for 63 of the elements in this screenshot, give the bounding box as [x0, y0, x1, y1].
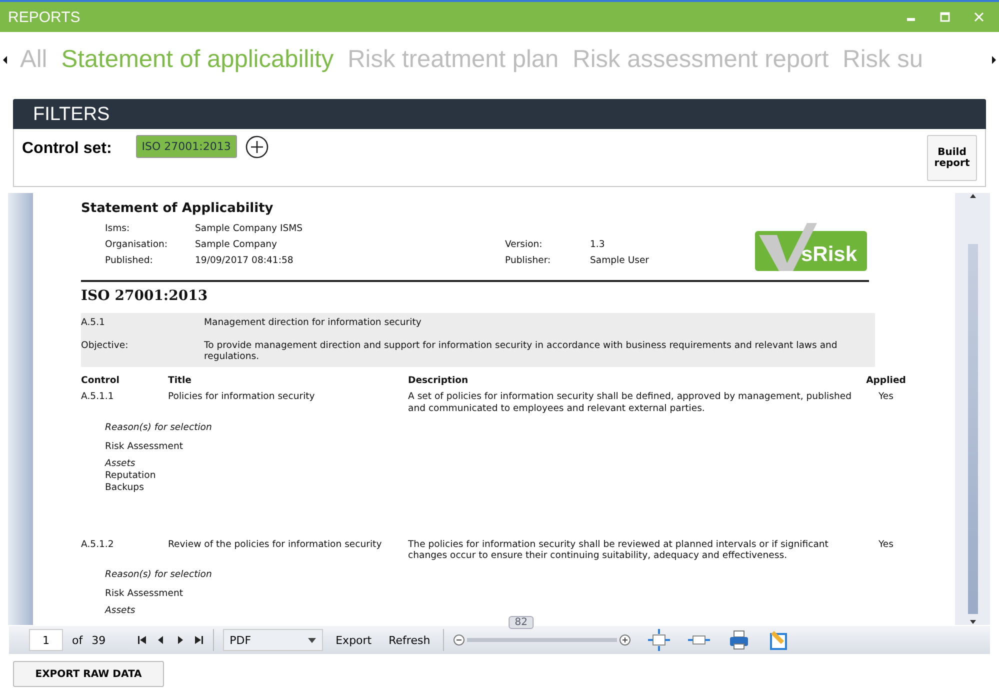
- control-description: A set of policies for information security shall be defined, approved by management, published and communicated to employees and relevant external parties.: [408, 391, 852, 414]
- meta-value: Sample User: [590, 254, 650, 266]
- scroll-up-icon[interactable]: [968, 193, 976, 199]
- column-header: Control: [81, 375, 120, 386]
- format-dropdown[interactable]: PDF: [222, 629, 323, 651]
- control-description: The policies for information security shall be reviewed at planned intervals or if significant changes occur to ensure their continuing suitability, adequacy and effectiveness.: [408, 538, 830, 561]
- scroll-left-icon[interactable]: [1, 54, 9, 66]
- export-raw-data-button[interactable]: EXPORT RAW DATA: [13, 661, 164, 687]
- section-title: ISO 27001:2013: [81, 288, 209, 305]
- meta-label: Organisation:: [105, 238, 169, 250]
- asset-text: Backups: [104, 482, 144, 494]
- scroll-right-icon[interactable]: [990, 54, 998, 66]
- build-report-button[interactable]: Build report: [927, 135, 977, 181]
- meta-value: 19/09/2017 08:41:58: [195, 254, 294, 266]
- window-title: REPORTS: [8, 8, 82, 26]
- filters-header: FILTERS: [13, 99, 986, 129]
- applied-value: Yes: [877, 538, 894, 552]
- assets-heading: Assets: [104, 458, 136, 470]
- control-set-tag[interactable]: ISO 27001:2013: [136, 135, 237, 158]
- page-count: 39: [92, 634, 106, 646]
- control-id: A.5.1.2: [81, 538, 115, 552]
- meta-value: Sample Company ISMS: [195, 222, 304, 234]
- fit-page-icon[interactable]: [648, 629, 670, 651]
- column-header: Title: [168, 375, 192, 386]
- meta-value: 1.3: [590, 238, 606, 250]
- meta-label: Publisher:: [505, 254, 552, 266]
- page-of-label: of: [72, 634, 83, 646]
- logo: sRisk: [755, 223, 869, 271]
- meta-label: Isms:: [105, 222, 131, 234]
- reason-text: Risk Assessment: [104, 440, 183, 452]
- control-title: Review of the policies for information security: [168, 538, 383, 552]
- control-set-label: Control set:: [22, 140, 112, 158]
- report-title: Statement of Applicability: [81, 201, 274, 217]
- scrollbar-thumb[interactable]: [968, 244, 978, 614]
- reasons-heading: Reason(s) for selection: [104, 568, 212, 580]
- group-code: A.5.1: [81, 316, 106, 328]
- caret-icon: [308, 638, 316, 642]
- applied-value: Yes: [877, 391, 894, 404]
- last-page-icon[interactable]: [194, 634, 204, 646]
- export-button[interactable]: Export: [332, 634, 376, 646]
- zoom-reading: 82: [508, 616, 534, 629]
- column-header: Applied: [865, 375, 907, 386]
- zoom-in-icon[interactable]: [619, 634, 632, 646]
- meta-label: Version:: [505, 238, 544, 250]
- refresh-button[interactable]: Refresh: [384, 634, 434, 646]
- group-name: Management direction for information security: [204, 316, 422, 328]
- first-page-icon[interactable]: [136, 634, 147, 646]
- page-number-field[interactable]: 1: [29, 629, 63, 651]
- objective-text: To provide management direction and support for information security in accordance with business requirements and relevant laws and regulations.: [204, 340, 838, 362]
- asset-text: Reputation: [104, 470, 156, 482]
- add-icon[interactable]: [244, 135, 269, 159]
- assets-heading: Assets: [104, 605, 136, 616]
- zoom-out-icon[interactable]: [453, 634, 466, 646]
- meta-label: Published:: [105, 254, 154, 266]
- print-icon[interactable]: [728, 629, 750, 651]
- column-header: Description: [408, 375, 470, 386]
- meta-value: Sample Company: [195, 238, 278, 250]
- objective-label: Objective:: [81, 340, 130, 354]
- reason-text: Risk Assessment: [104, 588, 183, 600]
- reasons-heading: Reason(s) for selection: [104, 422, 212, 433]
- control-id: A.5.1.1: [81, 391, 115, 404]
- control-title: Policies for information security: [168, 391, 316, 404]
- previous-page-icon[interactable]: [156, 634, 166, 646]
